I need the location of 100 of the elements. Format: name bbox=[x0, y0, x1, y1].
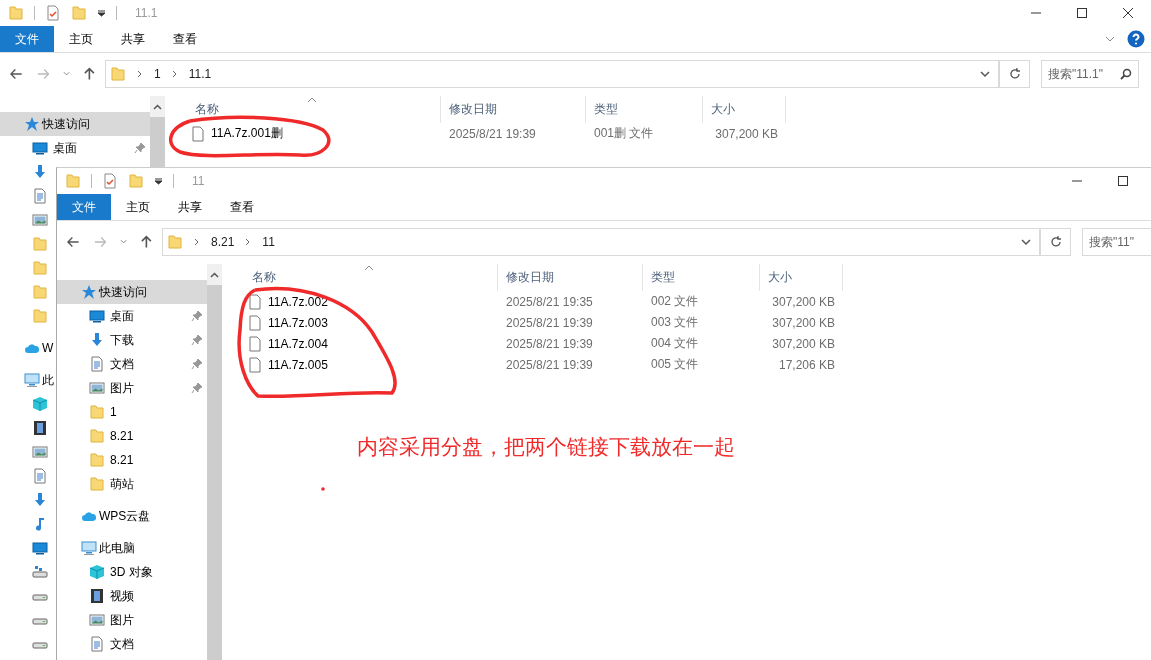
nav-item[interactable]: 文档 bbox=[110, 635, 134, 653]
nav-item[interactable]: 图片 bbox=[110, 379, 134, 397]
properties-icon[interactable] bbox=[45, 5, 61, 21]
cube-icon bbox=[32, 396, 48, 412]
breadcrumb-item[interactable]: 1 bbox=[154, 67, 161, 81]
back-arrow-icon[interactable] bbox=[67, 236, 80, 248]
nav-item[interactable]: WPS云盘 bbox=[99, 507, 151, 525]
dropdown-icon[interactable] bbox=[97, 8, 106, 18]
breadcrumb-item[interactable]: 11.1 bbox=[188, 67, 212, 81]
ribbon-tab[interactable]: 共享 bbox=[165, 194, 215, 220]
sort-caret-icon bbox=[307, 96, 317, 103]
column-header[interactable]: 名称 bbox=[187, 96, 441, 123]
nav-item[interactable]: 萌站 bbox=[110, 475, 134, 493]
ribbon-tab[interactable]: 主页 bbox=[113, 194, 163, 220]
column-header[interactable]: 名称 bbox=[244, 264, 498, 291]
nav-item[interactable]: 桌面 bbox=[110, 307, 134, 325]
file-size: 307,200 KB bbox=[771, 294, 836, 309]
column-header[interactable]: 修改日期 bbox=[498, 264, 643, 291]
nav-item[interactable]: 此 bbox=[42, 371, 54, 389]
refresh-icon[interactable] bbox=[1007, 67, 1022, 81]
pin-icon[interactable] bbox=[191, 382, 203, 394]
search-icon bbox=[1120, 68, 1132, 80]
column-header[interactable]: 修改日期 bbox=[441, 96, 586, 123]
ribbon-tab[interactable]: 文件 bbox=[57, 194, 111, 220]
computer-icon bbox=[81, 540, 97, 556]
nav-item[interactable]: W bbox=[42, 341, 54, 355]
file-size: 307,200 KB bbox=[771, 336, 836, 351]
pin-icon[interactable] bbox=[191, 358, 203, 370]
pin-icon[interactable] bbox=[134, 142, 146, 154]
column-header[interactable]: 类型 bbox=[586, 96, 703, 123]
chevron-right-icon bbox=[170, 70, 179, 78]
nav-item[interactable]: 文档 bbox=[110, 355, 134, 373]
monitor-icon bbox=[32, 140, 48, 156]
file-name[interactable]: 11A.7z.005 bbox=[244, 356, 498, 373]
search-field[interactable]: 搜索"11.1" bbox=[1041, 60, 1139, 88]
nav-item[interactable]: 3D 对象 bbox=[110, 563, 153, 581]
properties-icon[interactable] bbox=[102, 173, 118, 189]
star-icon bbox=[24, 116, 40, 132]
dropdown-icon[interactable] bbox=[154, 176, 163, 186]
up-arrow-icon[interactable] bbox=[141, 235, 152, 249]
file-name[interactable]: 11A.7z.004 bbox=[244, 335, 498, 352]
file-type: 004 文件 bbox=[650, 335, 700, 352]
scroll-up-icon[interactable] bbox=[210, 271, 219, 278]
nav-item[interactable]: 视频 bbox=[110, 587, 134, 605]
nav-item[interactable]: 下载 bbox=[110, 331, 134, 349]
breadcrumb-item[interactable]: 8.21 bbox=[211, 235, 235, 249]
column-header[interactable]: 大小 bbox=[760, 264, 843, 291]
picture-icon bbox=[32, 212, 48, 228]
ribbon-tab[interactable]: 查看 bbox=[217, 194, 267, 220]
file-icon bbox=[247, 356, 263, 373]
ribbon-tab[interactable]: 文件 bbox=[0, 26, 54, 52]
file-type: 001删 文件 bbox=[593, 125, 655, 142]
document-icon bbox=[89, 636, 105, 652]
network-drive-icon bbox=[32, 564, 48, 580]
search-field[interactable]: 搜索"11" bbox=[1082, 228, 1151, 256]
back-arrow-icon[interactable] bbox=[10, 68, 23, 80]
folder-icon bbox=[128, 173, 144, 189]
computer-icon bbox=[24, 372, 40, 388]
ribbon-tab[interactable]: 主页 bbox=[56, 26, 106, 52]
file-size: 307,200 KB bbox=[714, 126, 779, 141]
modified-date: 2025/8/21 19:35 bbox=[505, 294, 594, 309]
nav-item[interactable]: 8.21 bbox=[110, 429, 134, 443]
refresh-icon[interactable] bbox=[1048, 235, 1063, 249]
nav-item[interactable]: 8.21 bbox=[110, 453, 134, 467]
file-icon bbox=[247, 314, 263, 331]
up-arrow-icon[interactable] bbox=[84, 67, 95, 81]
pin-icon[interactable] bbox=[191, 334, 203, 346]
down-arrow-icon bbox=[89, 332, 105, 348]
column-header[interactable]: 大小 bbox=[703, 96, 786, 123]
help-icon[interactable] bbox=[1127, 30, 1145, 48]
file-icon bbox=[247, 293, 263, 310]
nav-item[interactable]: 1 bbox=[110, 405, 117, 419]
nav-item[interactable]: 快速访问 bbox=[0, 112, 150, 136]
folder-icon bbox=[32, 236, 48, 252]
file-name[interactable]: 11A.7z.003 bbox=[244, 314, 498, 331]
annotation-note: 内容采用分盘，把两个链接下载放在一起 bbox=[357, 434, 735, 460]
file-type: 005 文件 bbox=[650, 356, 700, 373]
file-name[interactable]: 11A.7z.002 bbox=[244, 293, 498, 310]
ribbon-tab[interactable]: 共享 bbox=[108, 26, 158, 52]
folder-icon bbox=[8, 5, 24, 21]
chevron-down-icon[interactable] bbox=[1021, 238, 1031, 246]
annotation-dot bbox=[321, 487, 325, 491]
address-bar[interactable]: 1 11.1 bbox=[105, 60, 1000, 88]
scroll-up-icon[interactable] bbox=[153, 103, 162, 110]
address-bar[interactable]: 8.21 11 bbox=[162, 228, 1041, 256]
nav-item[interactable]: 桌面 bbox=[53, 139, 77, 157]
folder-icon bbox=[167, 234, 183, 250]
file-size: 17,206 KB bbox=[777, 357, 836, 372]
nav-item[interactable]: 图片 bbox=[110, 611, 134, 629]
chevron-down-icon[interactable] bbox=[980, 70, 990, 78]
chevron-down-icon[interactable] bbox=[1105, 34, 1115, 44]
nav-item[interactable]: 快速访问 bbox=[57, 280, 207, 304]
column-header[interactable]: 类型 bbox=[643, 264, 760, 291]
ribbon-tab[interactable]: 查看 bbox=[160, 26, 210, 52]
pin-icon[interactable] bbox=[191, 310, 203, 322]
cube-icon bbox=[89, 564, 105, 580]
file-name[interactable]: 11A.7z.001删 bbox=[187, 125, 441, 142]
file-type: 003 文件 bbox=[650, 314, 700, 331]
nav-item[interactable]: 此电脑 bbox=[99, 539, 135, 557]
breadcrumb-item[interactable]: 11 bbox=[262, 235, 275, 249]
